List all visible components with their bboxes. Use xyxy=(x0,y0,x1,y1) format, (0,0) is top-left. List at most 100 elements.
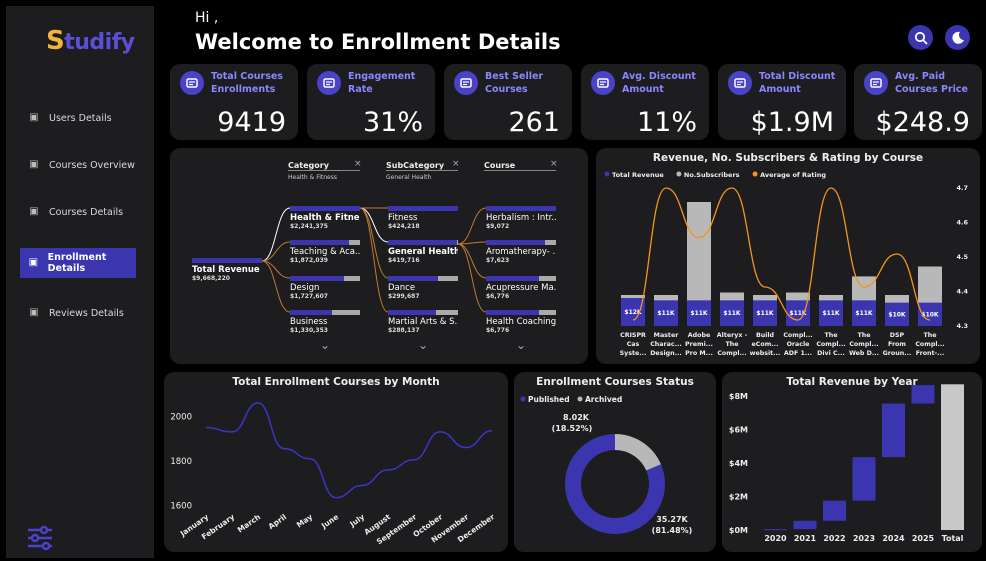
legend-label: Archived xyxy=(585,395,622,404)
kpi-label: Total Discount Amount xyxy=(759,70,835,96)
archived-slice xyxy=(614,434,661,471)
sidebar-item-courses-details[interactable]: ▣ Courses Details xyxy=(20,197,136,227)
search-button[interactable] xyxy=(908,25,933,50)
published-data-label: 35.27K xyxy=(656,515,688,524)
kpi-value: $248.9 xyxy=(875,107,970,138)
kpi-label-line1: Engagement Rate xyxy=(348,71,416,95)
x-tick-label: Premi... xyxy=(685,341,713,348)
year-bar xyxy=(823,500,846,521)
y-tick-label: 2000 xyxy=(170,412,192,422)
kpi-label: Best Seller Courses xyxy=(485,70,543,96)
tree-link xyxy=(261,241,291,262)
x-tick-label: Pro M... xyxy=(685,350,713,357)
x-tick-label: April xyxy=(267,512,289,531)
users-icon: ▣ xyxy=(29,112,39,123)
legend-label: No.Subscribers xyxy=(684,171,740,179)
sidebar-item-courses-overview[interactable]: ▣ Courses Overview xyxy=(20,150,136,180)
x-tick-label: The xyxy=(725,341,738,348)
revenue-data-label: $11K xyxy=(822,310,840,317)
enrollment-by-month-panel: Total Enrollment Courses by Month 2000 18… xyxy=(164,372,508,552)
x-tick-label: July xyxy=(347,512,366,529)
y-tick-label: 4.4 xyxy=(956,288,968,296)
x-tick-label: 2022 xyxy=(823,534,845,543)
studify-logo[interactable]: Studify xyxy=(46,26,135,56)
kpi-label-line1: Total Courses xyxy=(211,71,283,82)
sidebar-item-enrollment-details[interactable]: ▣ Enrollment Details xyxy=(20,248,136,278)
sidebar-item-label: Enrollment Details xyxy=(47,252,107,274)
x-tick-label: CRISPR xyxy=(620,332,646,339)
kpi-value: 9419 xyxy=(217,107,286,138)
legend-label: Total Revenue xyxy=(612,171,664,179)
x-tick-label: 2025 xyxy=(912,534,935,543)
sidebar-item-reviews-details[interactable]: ▣ Reviews Details xyxy=(20,298,136,328)
x-tick-label: March xyxy=(236,512,262,534)
x-tick-label: Web D... xyxy=(849,350,879,357)
y-tick-label: 4.6 xyxy=(956,219,968,227)
enrollment-icon: ▣ xyxy=(28,257,39,268)
year-bar xyxy=(764,529,787,531)
kpi-label-line1: Avg. Paid xyxy=(895,71,946,82)
x-tick-label: Compl... xyxy=(717,350,746,357)
y-tick-label: 4.7 xyxy=(956,184,968,192)
x-tick-label: Charac... xyxy=(650,341,682,348)
revenue-by-year-panel: Total Revenue by Year $8M $6M $4M $2M $0M 202… xyxy=(722,372,982,552)
x-tick-label: The xyxy=(857,332,870,339)
year-bar xyxy=(852,457,876,501)
y-tick-label: $6M xyxy=(729,426,748,435)
x-tick-label: The xyxy=(923,332,936,339)
x-tick-label: ADF 1... xyxy=(784,350,812,357)
courses-overview-icon: ▣ xyxy=(29,159,39,170)
total-discount-icon xyxy=(728,71,752,95)
x-tick-label: Compl... xyxy=(816,341,845,348)
kpi-card: Total Courses Enrollments 9419 xyxy=(170,64,298,140)
x-tick-label: Syste... xyxy=(620,350,647,357)
reviews-icon: ▣ xyxy=(29,307,39,318)
revenue-data-label: $11K xyxy=(723,310,741,317)
kpi-label-line2: Amount xyxy=(622,84,664,95)
moon-icon xyxy=(951,31,964,44)
enrollment-line xyxy=(205,402,493,499)
kpi-value: 11% xyxy=(636,107,697,138)
sidebar: Studify ▣ Users Details ▣ Courses Overview ▣… xyxy=(6,6,154,558)
page-title: Welcome to Enrollment Details xyxy=(195,30,561,54)
greeting: Hi , xyxy=(195,10,219,26)
x-tick-label: 2021 xyxy=(794,534,817,543)
tree-link xyxy=(261,207,291,262)
sidebar-item-users-details[interactable]: ▣ Users Details xyxy=(20,103,136,133)
x-tick-label: Alteryx - xyxy=(717,332,748,339)
sidebar-item-label: Courses Overview xyxy=(49,159,135,171)
kpi-value: 31% xyxy=(362,107,423,138)
x-tick-label: Build xyxy=(756,332,774,339)
courses-details-icon: ▣ xyxy=(29,206,39,217)
sidebar-item-label: Courses Details xyxy=(49,206,124,218)
x-tick-label: Oracle xyxy=(787,341,810,348)
filter-settings-icon[interactable] xyxy=(26,524,54,552)
kpi-label-line1: Total Discount xyxy=(759,71,836,82)
published-percent-label: (81.48%) xyxy=(652,526,693,535)
kpi-label: Avg. Paid Courses Price xyxy=(895,70,968,96)
x-tick-label: 2020 xyxy=(764,534,787,543)
revenue-by-year-chart[interactable]: $8M$6M$4M$2M$0M2020 2021 2022 2023 2024 2025 T… xyxy=(722,372,982,552)
kpi-card: Engagement Rate 31% xyxy=(307,64,435,140)
legend-marker xyxy=(676,171,682,177)
decomposition-tree-panel: Category × Health & Fitness SubCategory × Gen… xyxy=(170,148,588,364)
kpi-card: Total Discount Amount $1.9M xyxy=(718,64,846,140)
x-tick-label: eCom... xyxy=(752,341,779,348)
y-tick-label: 1800 xyxy=(170,457,192,467)
x-tick-label: Compl... xyxy=(783,332,812,339)
revenue-by-course-chart[interactable]: Total Revenue No.Subscribers Average of Ra… xyxy=(596,148,980,364)
sidebar-item-label: Users Details xyxy=(49,112,112,124)
kpi-value: $1.9M xyxy=(750,107,834,138)
kpi-label-line2: Courses Price xyxy=(895,84,968,95)
price-icon xyxy=(864,71,888,95)
y-tick-label: $4M xyxy=(729,459,748,468)
year-bar xyxy=(793,520,817,530)
revenue-data-label: $11K xyxy=(657,310,675,317)
theme-toggle-button[interactable] xyxy=(945,25,970,50)
year-bar xyxy=(941,384,964,530)
enrollment-by-month-chart[interactable]: 200018001600JanuaryFebruary March April May… xyxy=(164,372,508,552)
tree-link xyxy=(359,207,389,313)
x-tick-label: 2024 xyxy=(882,534,905,543)
enrollment-status-chart[interactable]: Published Archived 8.02K (18.52%) 35.27K (81.… xyxy=(514,372,716,552)
revenue-by-course-panel: Revenue, No. Subscribers & Rating by Cou… xyxy=(596,148,980,364)
